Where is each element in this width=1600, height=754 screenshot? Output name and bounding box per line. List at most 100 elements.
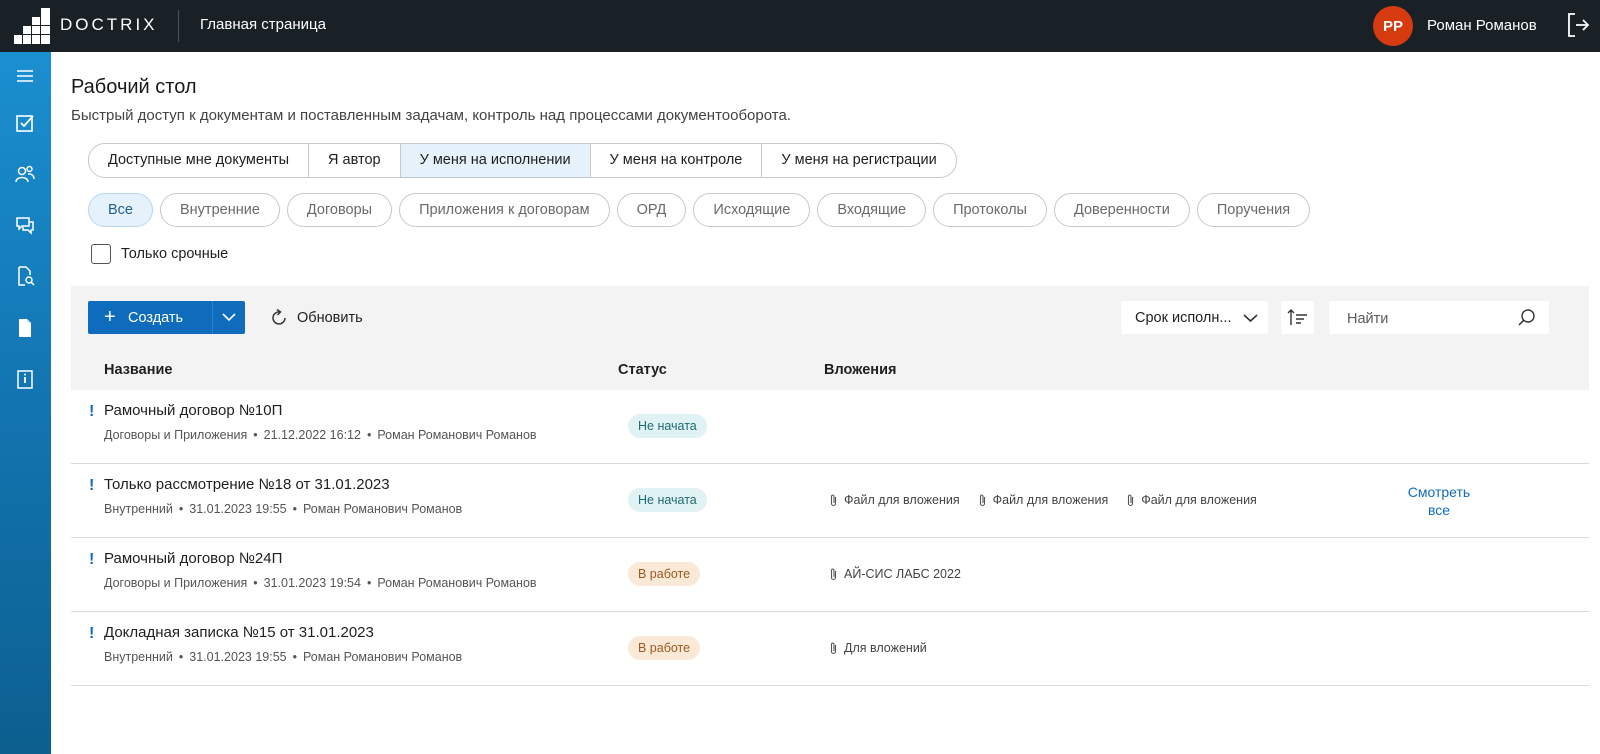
tab-on-execution[interactable]: У меня на исполнении xyxy=(400,144,591,177)
chevron-down-icon xyxy=(1243,314,1258,323)
urgent-only-filter[interactable]: Только срочные xyxy=(91,244,228,264)
search-input[interactable] xyxy=(1329,301,1529,336)
document-search-icon[interactable] xyxy=(14,265,36,287)
attachment-name: Файл для вложения xyxy=(992,493,1109,507)
type-filters: Все Внутренние Договоры Приложения к дог… xyxy=(88,193,1311,227)
sort-direction-button[interactable] xyxy=(1281,301,1314,334)
column-header-attachments[interactable]: Вложения xyxy=(824,362,896,378)
column-header-status[interactable]: Статус xyxy=(618,362,667,378)
contacts-icon[interactable] xyxy=(14,163,36,185)
attachment-link[interactable]: Файл для вложения xyxy=(829,493,960,507)
filter-ord[interactable]: ОРД xyxy=(616,193,687,227)
paperclip-icon xyxy=(830,568,837,581)
document-icon[interactable] xyxy=(14,317,36,339)
tab-i-am-author[interactable]: Я автор xyxy=(309,144,401,177)
column-header-name[interactable]: Название xyxy=(104,362,172,378)
user-name[interactable]: Роман Романов xyxy=(1427,17,1537,34)
logo-text: DOCTRIX xyxy=(60,15,158,34)
tab-on-registration[interactable]: У меня на регистрации xyxy=(762,144,955,177)
attachment-link[interactable]: АЙ-СИС ЛАБС 2022 xyxy=(829,567,961,581)
urgent-mark: ! xyxy=(89,477,95,494)
chat-icon[interactable] xyxy=(14,214,36,236)
document-title[interactable]: Рамочный договор №24П xyxy=(104,550,282,567)
urgent-only-label: Только срочные xyxy=(121,246,229,262)
status-badge: Не начата xyxy=(628,414,707,438)
sidebar xyxy=(0,52,51,754)
urgent-only-checkbox[interactable] xyxy=(91,244,111,264)
document-tabs: Доступные мне документы Я автор У меня н… xyxy=(88,143,957,178)
header-divider xyxy=(178,10,179,42)
filter-internal[interactable]: Внутренние xyxy=(160,193,280,227)
document-list: ! Рамочный договор №10П Договоры и Прило… xyxy=(71,390,1589,686)
urgent-mark: ! xyxy=(89,403,95,420)
document-date: 21.12.2022 16:12 xyxy=(263,428,361,442)
header-title: Главная страница xyxy=(200,16,326,33)
document-meta: Договоры и Приложения • 21.12.2022 16:12 • Р… xyxy=(104,428,537,442)
document-author: Роман Романович Романов xyxy=(303,650,463,664)
tab-available-documents[interactable]: Доступные мне документы xyxy=(89,144,310,177)
create-button[interactable]: + Создать xyxy=(88,301,245,334)
document-title[interactable]: Докладная записка №15 от 31.01.2023 xyxy=(104,624,374,641)
status-badge: Не начата xyxy=(628,488,707,512)
attachment-name: Для вложений xyxy=(844,641,927,655)
filter-assignments[interactable]: Поручения xyxy=(1196,193,1311,227)
document-author: Роман Романович Романов xyxy=(377,428,537,442)
refresh-label: Обновить xyxy=(297,310,363,326)
create-button-label: Создать xyxy=(128,310,184,326)
document-author: Роман Романович Романов xyxy=(303,502,463,516)
page-subtitle: Быстрый доступ к документам и поставленн… xyxy=(71,107,791,124)
document-author: Роман Романович Романов xyxy=(377,576,537,590)
attachments-list: Для вложений xyxy=(829,641,927,655)
attachment-name: АЙ-СИС ЛАБС 2022 xyxy=(844,567,961,581)
document-title[interactable]: Рамочный договор №10П xyxy=(104,402,282,419)
attachment-name: Файл для вложения xyxy=(844,493,960,507)
document-meta: Договоры и Приложения • 31.01.2023 19:54 • Р… xyxy=(104,576,537,590)
attachment-link[interactable]: Файл для вложения xyxy=(1126,493,1257,507)
menu-icon[interactable] xyxy=(14,65,36,87)
tasks-icon[interactable] xyxy=(14,112,36,134)
document-title[interactable]: Только рассмотрение №18 от 31.01.2023 xyxy=(104,476,390,493)
paperclip-icon xyxy=(979,494,985,507)
document-type: Договоры и Приложения xyxy=(104,428,248,442)
doctrix-logo-icon[interactable] xyxy=(14,8,50,44)
filter-incoming[interactable]: Входящие xyxy=(817,193,927,227)
table-row[interactable]: ! Рамочный договор №24П Договоры и Прило… xyxy=(71,538,1589,612)
logout-icon[interactable] xyxy=(1566,12,1590,38)
user-avatar[interactable]: РР xyxy=(1373,6,1413,46)
document-date: 31.01.2023 19:54 xyxy=(263,576,361,590)
sort-field-value: Срок исполн... xyxy=(1135,310,1232,326)
document-type: Договоры и Приложения xyxy=(104,576,248,590)
tab-on-control[interactable]: У меня на контроле xyxy=(591,144,763,177)
refresh-button[interactable]: Обновить xyxy=(269,308,363,328)
table-row[interactable]: ! Только рассмотрение №18 от 31.01.2023 … xyxy=(71,464,1589,538)
table-row[interactable]: ! Докладная записка №15 от 31.01.2023 Вн… xyxy=(71,612,1589,686)
paperclip-icon xyxy=(830,494,837,507)
refresh-icon xyxy=(272,308,286,325)
filter-contracts[interactable]: Договоры xyxy=(286,193,393,227)
filter-contract-annexes[interactable]: Приложения к договорам xyxy=(399,193,610,227)
attachments-list: АЙ-СИС ЛАБС 2022 xyxy=(829,567,961,581)
document-type: Внутренний xyxy=(104,650,173,664)
filter-outgoing[interactable]: Исходящие xyxy=(693,193,811,227)
filter-protocols[interactable]: Протоколы xyxy=(933,193,1047,227)
document-date: 31.01.2023 19:55 xyxy=(189,502,287,516)
document-type: Внутренний xyxy=(104,502,173,516)
attachment-link[interactable]: Для вложений xyxy=(829,641,927,655)
info-book-icon[interactable] xyxy=(14,368,36,390)
document-date: 31.01.2023 19:55 xyxy=(189,650,287,664)
search-icon[interactable] xyxy=(1517,308,1536,327)
status-badge: В работе xyxy=(628,562,701,586)
chevron-down-icon[interactable] xyxy=(222,312,236,322)
urgent-mark: ! xyxy=(89,551,95,568)
sort-ascending-icon xyxy=(1287,309,1307,325)
see-all-attachments-link[interactable]: Смотреть все xyxy=(1399,483,1479,519)
top-bar: DOCTRIX Главная страница РР Роман Романо… xyxy=(0,0,1600,52)
filter-powers-of-attorney[interactable]: Доверенности xyxy=(1053,193,1190,227)
sort-field-select[interactable]: Срок исполн... xyxy=(1121,301,1268,334)
plus-icon: + xyxy=(104,306,116,328)
paperclip-icon xyxy=(1128,494,1134,507)
filter-all[interactable]: Все xyxy=(88,193,153,227)
attachment-link[interactable]: Файл для вложения xyxy=(978,493,1109,507)
table-row[interactable]: ! Рамочный договор №10П Договоры и Прило… xyxy=(71,390,1589,464)
page-title: Рабочий стол xyxy=(71,76,197,98)
